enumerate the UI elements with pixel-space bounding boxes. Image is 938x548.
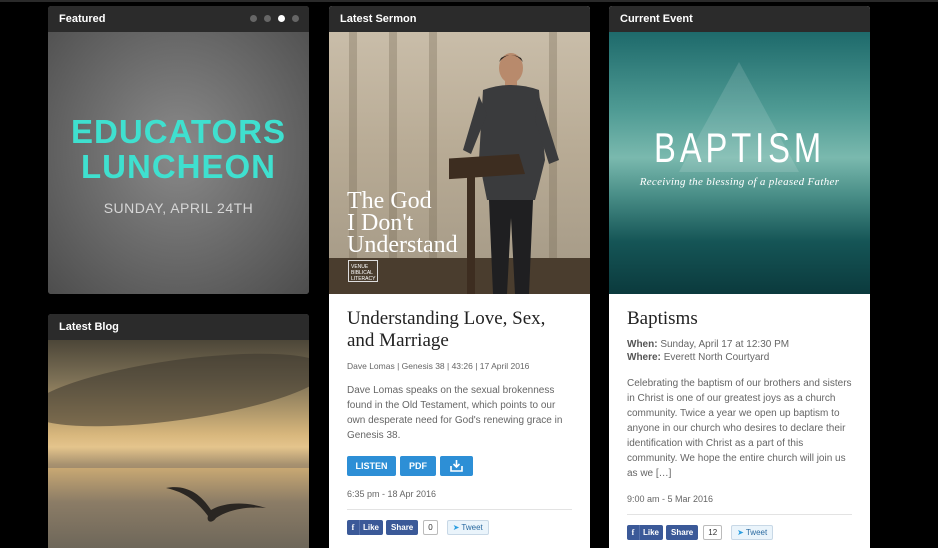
blog-image-cloud — [48, 339, 309, 441]
event-content: Baptisms When: Sunday, April 17 at 12:30… — [609, 294, 870, 540]
sermon-social: f Like Share 0 ➤ Tweet — [347, 520, 572, 535]
seagull-graphic — [166, 487, 266, 522]
carousel-dot-3[interactable] — [278, 15, 285, 22]
facebook-share-button[interactable]: Share — [386, 520, 419, 535]
event-where: Where: Everett North Courtyard — [627, 351, 852, 364]
event-divider — [627, 514, 852, 515]
featured-image[interactable]: EDUCATORS LUNCHEON SUNDAY, APRIL 24TH — [48, 32, 309, 294]
sermon-actions: LISTEN PDF — [347, 456, 572, 476]
tweet-label: Tweet — [461, 523, 483, 532]
sermon-image-title-line2: I Don't — [347, 210, 414, 236]
twitter-icon: ➤ — [452, 523, 460, 532]
featured-header-label: Featured — [59, 13, 106, 25]
event-where-value: Everett North Courtyard — [663, 352, 770, 363]
event-image-title: BAPTISM — [653, 124, 826, 171]
like-label: Like — [363, 523, 380, 532]
sermon-title[interactable]: Understanding Love, Sex, and Marriage — [347, 308, 572, 352]
event-header: Current Event — [609, 6, 870, 32]
sermon-image-title-line3: Understand — [347, 232, 458, 258]
blog-panel: Latest Blog — [48, 314, 309, 548]
download-icon — [450, 460, 463, 472]
facebook-like-button[interactable]: f Like — [627, 525, 664, 540]
speaker-graphic — [449, 53, 559, 294]
event-panel: Current Event BAPTISM Receiving the bles… — [609, 6, 870, 548]
series-logo: VENUE BIBLICAL LITERACY — [348, 260, 378, 282]
sermon-timestamp: 6:35 pm - 18 Apr 2016 — [347, 489, 437, 499]
event-details: When: Sunday, April 17 at 12:30 PM Where… — [627, 338, 852, 364]
carousel-dot-2[interactable] — [264, 15, 271, 22]
twitter-icon: ➤ — [737, 528, 744, 537]
facebook-like-button[interactable]: f Like — [347, 520, 384, 535]
blog-image[interactable] — [48, 339, 309, 548]
pdf-button[interactable]: PDF — [400, 456, 436, 476]
listen-button[interactable]: LISTEN — [347, 456, 396, 476]
featured-header: Featured — [48, 6, 309, 32]
featured-image-title-line1: EDUCATORS — [71, 113, 286, 150]
sermon-header-label: Latest Sermon — [340, 13, 417, 25]
event-social: f Like Share 12 ➤ Tweet — [627, 525, 852, 540]
event-title[interactable]: Baptisms — [627, 308, 852, 330]
carousel-dot-4[interactable] — [292, 15, 299, 22]
tweet-button[interactable]: ➤ Tweet — [446, 520, 489, 535]
event-timestamp: 9:00 am - 5 Mar 2016 — [627, 494, 714, 504]
facebook-share-button[interactable]: Share — [666, 525, 699, 540]
event-when-value: Sunday, April 17 at 12:30 PM — [660, 339, 790, 350]
facebook-icon: f — [627, 525, 640, 540]
top-divider — [0, 0, 938, 2]
featured-panel: Featured EDUCATORS LUNCHEON SUNDAY, APRI… — [48, 6, 309, 294]
event-when: When: Sunday, April 17 at 12:30 PM — [627, 338, 852, 351]
event-image[interactable]: BAPTISM Receiving the blessing of a plea… — [609, 32, 870, 294]
sermon-description: Dave Lomas speaks on the sexual brokenne… — [347, 385, 563, 441]
sermon-header: Latest Sermon — [329, 6, 590, 32]
facebook-icon: f — [347, 520, 360, 535]
sermon-panel: Latest Sermon The God I Don't Understand… — [329, 6, 590, 548]
carousel-dot-1[interactable] — [250, 15, 257, 22]
featured-image-date: SUNDAY, APRIL 24TH — [103, 200, 254, 216]
blog-header: Latest Blog — [48, 314, 309, 340]
sermon-image[interactable]: The God I Don't Understand VENUE BIBLICA… — [329, 32, 590, 294]
sermon-meta: Dave Lomas | Genesis 38 | 43:26 | 17 Apr… — [347, 361, 530, 371]
like-label: Like — [643, 528, 660, 537]
sermon-image-title-line1: The God — [347, 188, 432, 214]
carousel-dots — [250, 15, 299, 22]
event-when-label: When: — [627, 339, 658, 350]
sermon-divider — [347, 509, 572, 510]
share-count: 0 — [423, 520, 438, 535]
sermon-image-title: The God I Don't Understand — [347, 188, 458, 258]
tweet-label: Tweet — [745, 528, 768, 537]
sermon-content: Understanding Love, Sex, and Marriage Da… — [329, 294, 590, 535]
event-image-subtitle: Receiving the blessing of a pleased Fath… — [639, 176, 840, 188]
featured-image-title-line2: LUNCHEON — [81, 148, 276, 185]
event-header-label: Current Event — [620, 13, 693, 25]
featured-image-title: EDUCATORS LUNCHEON — [48, 114, 309, 184]
blog-header-label: Latest Blog — [59, 321, 119, 333]
event-where-label: Where: — [627, 352, 661, 363]
tweet-button[interactable]: ➤ Tweet — [731, 525, 774, 540]
event-description: Celebrating the baptism of our brothers … — [627, 378, 852, 479]
share-count: 12 — [703, 525, 723, 540]
download-button[interactable] — [440, 456, 473, 476]
